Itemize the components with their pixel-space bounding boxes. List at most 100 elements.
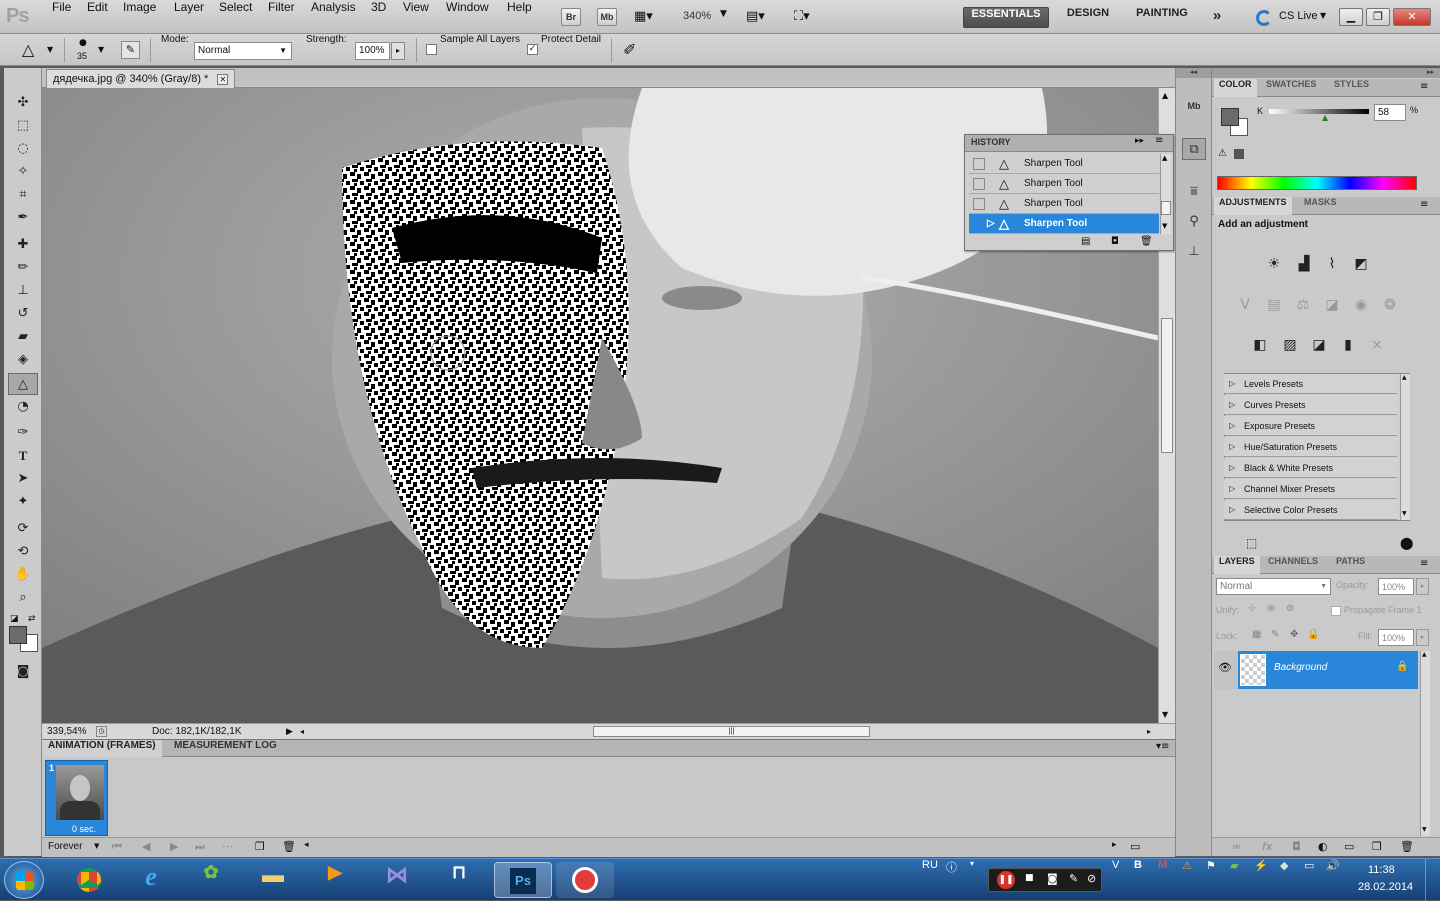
gradient-map-icon[interactable]: ▮ (1336, 334, 1360, 356)
more-workspaces-icon[interactable]: » (1206, 7, 1228, 28)
return-to-list-icon[interactable]: ⬚ (1246, 536, 1257, 550)
curves-icon[interactable]: ⌇ (1320, 253, 1344, 275)
lock-all-icon[interactable]: 🔒 (1307, 629, 1319, 640)
expanded-view-icon[interactable]: ⬤ (1400, 536, 1413, 550)
unify-visibility-icon[interactable]: ⊛ (1267, 603, 1275, 614)
status-info-icon[interactable]: ◷ (96, 726, 107, 737)
bridge-button[interactable]: Br (561, 8, 581, 26)
color-spectrum-ramp[interactable] (1217, 176, 1417, 190)
taskbar-app-icon[interactable]: ⊓ (430, 862, 488, 898)
dodge-tool-icon[interactable]: ◔ (8, 396, 38, 418)
eraser-tool-icon[interactable]: ▰ (8, 326, 38, 348)
nvidia-tray-icon[interactable]: ▰ (1230, 859, 1238, 901)
m-tray-icon[interactable]: M (1158, 859, 1167, 901)
drive-tray-icon[interactable]: ◆ (1280, 859, 1288, 901)
close-document-icon[interactable]: ✕ (217, 74, 229, 85)
arrange-documents-icon[interactable]: ▤▾ (746, 9, 765, 24)
quick-selection-tool-icon[interactable]: ✧ (8, 161, 38, 183)
3d-orbit-tool-icon[interactable]: ⟲ (8, 541, 38, 563)
panel-menu-icon[interactable]: ≡ (1420, 81, 1428, 92)
taskbar-recorder-icon[interactable] (556, 862, 614, 898)
show-desktop-button[interactable] (1425, 859, 1440, 901)
tab-measurement-log[interactable]: MEASUREMENT LOG (168, 740, 283, 757)
tab-animation-frames[interactable]: ANIMATION (FRAMES) (42, 740, 162, 757)
propagate-frame-checkbox[interactable] (1331, 606, 1341, 616)
history-header[interactable]: HISTORY ▸▸ ≡ (965, 135, 1173, 152)
3d-rotate-tool-icon[interactable]: ⟳ (8, 518, 38, 540)
duplicate-frame-icon[interactable]: ❐ (255, 840, 265, 853)
unify-position-icon[interactable]: ⊹ (1248, 603, 1256, 614)
protect-detail-checkbox[interactable]: ✓ (527, 44, 538, 55)
layer-style-icon[interactable]: fx (1262, 840, 1272, 853)
document-tab[interactable]: дядечка.jpg @ 340% (Gray/8) * ✕ (46, 69, 236, 88)
b-tray-icon[interactable]: B (1134, 859, 1142, 901)
delete-state-icon[interactable]: 🗑 (1140, 236, 1153, 247)
tab-adjustments[interactable]: ADJUSTMENTS (1214, 197, 1292, 215)
eyedropper-tool-icon[interactable]: ✒ (8, 207, 38, 229)
taskbar-chrome-icon[interactable] (60, 862, 118, 898)
screen-mode-icon[interactable]: ⛶▾ (794, 9, 810, 24)
minimize-button[interactable]: ▁ (1339, 8, 1363, 26)
k-slider-handle[interactable]: ▲ (1322, 113, 1328, 122)
visibility-eye-icon[interactable]: 👁 (1216, 661, 1234, 677)
path-selection-tool-icon[interactable]: ➤ (8, 468, 38, 490)
levels-icon[interactable]: ▟ (1292, 253, 1316, 275)
color-balance-icon[interactable]: ⚖ (1291, 294, 1315, 316)
tab-styles[interactable]: STYLES (1329, 79, 1374, 97)
convert-to-timeline-icon[interactable]: ▭ (1130, 840, 1140, 853)
delete-frame-icon[interactable]: 🗑 (282, 840, 296, 853)
hand-tool-icon[interactable]: ✋ (8, 564, 38, 586)
blend-mode-select[interactable]: Normal ▼ (1216, 578, 1331, 595)
taskbar-utorrent-icon[interactable]: ✿ (182, 862, 240, 898)
taskbar-media-player-icon[interactable]: ▶ (306, 862, 364, 898)
brush-tool-icon[interactable]: ✏ (8, 257, 38, 279)
frame-delay[interactable]: 0 sec. (72, 824, 96, 834)
menu-edit[interactable]: Edit (87, 0, 108, 34)
scroll-right-icon[interactable]: ▸ (1147, 724, 1151, 739)
cs-live-dropdown-icon[interactable]: ▼ (1320, 11, 1326, 20)
panel-menu-icon[interactable]: ≡ (1420, 199, 1428, 210)
tool-preset-dropdown-icon[interactable]: ▼ (47, 45, 53, 54)
brush-presets-icon[interactable]: ⩸ (1182, 181, 1206, 203)
tab-color[interactable]: COLOR (1214, 79, 1257, 97)
clone-source-icon[interactable]: ⚲ (1182, 211, 1206, 233)
sample-all-layers-checkbox[interactable] (426, 44, 437, 55)
vertical-scroll-thumb[interactable] (1161, 318, 1173, 453)
preset-hue-saturation[interactable]: ▷ Hue/Saturation Presets (1224, 437, 1397, 457)
opacity-slider-toggle-icon[interactable]: ▸ (1416, 578, 1429, 595)
panel-menu-icon[interactable]: ▾≡ (1156, 741, 1169, 752)
loop-dropdown-icon[interactable]: ▼ (94, 842, 99, 850)
layer-row-background[interactable]: 👁 Background 🔒 (1214, 651, 1418, 689)
scroll-left-icon[interactable]: ◂ (300, 724, 304, 739)
collapse-dock-icon[interactable]: ◂◂ (1176, 68, 1211, 78)
preset-channel-mixer[interactable]: ▷ Channel Mixer Presets (1224, 479, 1397, 499)
zoom-tool-icon[interactable]: ⌕ (8, 587, 38, 609)
brush-panel-toggle-icon[interactable]: ✎ (121, 41, 140, 59)
workspace-design[interactable]: DESIGN (1058, 7, 1118, 28)
preset-levels[interactable]: ▷ Levels Presets (1224, 374, 1397, 394)
shape-tool-icon[interactable]: ✦ (8, 491, 38, 513)
zoom-level[interactable]: 340% (683, 10, 711, 22)
menu-layer[interactable]: Layer (174, 0, 204, 34)
paint-bucket-tool-icon[interactable]: ◈ (8, 349, 38, 371)
display-tray-icon[interactable]: ▭ (1304, 859, 1314, 901)
menu-image[interactable]: Image (123, 0, 156, 34)
start-button[interactable] (4, 861, 44, 899)
zoom-dropdown-icon[interactable]: ▼ (720, 9, 727, 19)
pressure-pen-icon[interactable]: ✐ (623, 40, 636, 59)
history-state[interactable]: △ Sharpen Tool (969, 194, 1159, 214)
clock-date[interactable]: 28.02.2014 (1358, 881, 1413, 893)
tween-icon[interactable]: ⋯ (222, 840, 233, 853)
history-state[interactable]: △ Sharpen Tool (969, 174, 1159, 194)
scroll-right-icon[interactable]: ▸ (1112, 840, 1117, 850)
play-icon[interactable]: ▶ (170, 840, 178, 853)
invert-icon[interactable]: ◧ (1248, 334, 1272, 356)
selective-color-icon[interactable]: ⨯ (1365, 334, 1389, 356)
taskbar-internet-explorer-icon[interactable]: e (122, 862, 180, 898)
restore-button[interactable]: ❐ (1366, 8, 1390, 26)
swap-colors-icon[interactable]: ⇄ (28, 614, 36, 624)
menu-view[interactable]: View (403, 0, 429, 34)
menu-3d[interactable]: 3D (371, 0, 386, 34)
fill-slider-toggle-icon[interactable]: ▸ (1416, 629, 1429, 646)
extras-icon[interactable]: ▦▾ (634, 9, 653, 24)
